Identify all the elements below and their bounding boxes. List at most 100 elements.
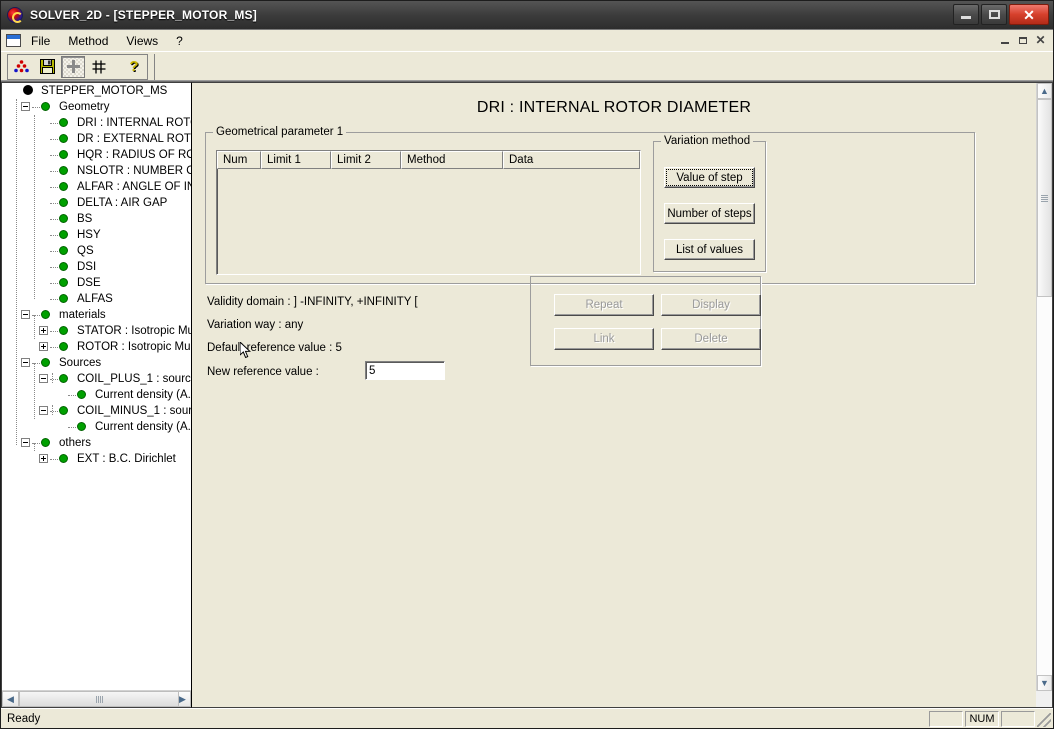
table-column-header[interactable]: Num: [217, 151, 261, 169]
menu-item-method[interactable]: Method: [60, 31, 116, 51]
tree-item[interactable]: QS: [2, 243, 191, 259]
solver2d-app-icon[interactable]: [7, 7, 23, 23]
node-bullet-icon: [59, 118, 68, 127]
resize-grip-icon[interactable]: [1037, 713, 1051, 727]
expand-icon[interactable]: [39, 326, 48, 335]
tree-item[interactable]: EXT : B.C. Dirichlet: [2, 451, 191, 467]
new-reference-value-input[interactable]: 5: [365, 361, 445, 380]
tree-item[interactable]: BS: [2, 211, 191, 227]
tree-item[interactable]: Current density (A./m: [2, 387, 191, 403]
minimize-icon[interactable]: [953, 4, 979, 25]
link-button[interactable]: Link: [554, 328, 654, 350]
node-bullet-icon: [59, 150, 68, 159]
status-panels: NUM: [929, 711, 1035, 727]
tree-item[interactable]: Current density (A./m: [2, 419, 191, 435]
collapse-icon[interactable]: [21, 102, 30, 111]
tree-item[interactable]: DELTA : AIR GAP: [2, 195, 191, 211]
mesh-icon[interactable]: [87, 55, 111, 78]
tree-trunk-line: [16, 99, 17, 445]
maximize-icon[interactable]: [981, 4, 1007, 25]
chevron-down-icon[interactable]: ▼: [1037, 675, 1052, 691]
collapse-icon[interactable]: [21, 358, 30, 367]
tree-item[interactable]: DSI: [2, 259, 191, 275]
tree-item[interactable]: others: [2, 435, 191, 451]
form-vscroll-track[interactable]: [1037, 99, 1052, 675]
tree-item[interactable]: HSY: [2, 227, 191, 243]
tree-connector: [50, 283, 58, 284]
tree-item[interactable]: ALFAR : ANGLE OF INITIAL: [2, 179, 191, 195]
tree-hscroll-track[interactable]: [19, 691, 179, 707]
tree-item[interactable]: HQR : RADIUS OF ROTOR: [2, 147, 191, 163]
tree-item[interactable]: ROTOR : Isotropic Mu, sc: [2, 339, 191, 355]
mdi-close-icon[interactable]: ✕: [1032, 32, 1049, 48]
table-column-header[interactable]: Method: [401, 151, 503, 169]
tree-item-label: DSI: [77, 261, 97, 273]
tree-item[interactable]: Sources: [2, 355, 191, 371]
menu-item-help[interactable]: ?: [168, 31, 191, 51]
form-vscroll-thumb[interactable]: [1037, 99, 1052, 297]
points-icon[interactable]: [9, 55, 33, 78]
mdi-restore-icon[interactable]: [1014, 32, 1031, 48]
collapse-icon[interactable]: [39, 374, 48, 383]
collapse-icon[interactable]: [39, 406, 48, 415]
node-bullet-icon: [41, 310, 50, 319]
tree-item[interactable]: DSE: [2, 275, 191, 291]
tree-item[interactable]: materials: [2, 307, 191, 323]
list-of-values-button[interactable]: List of values: [664, 239, 755, 260]
save-icon[interactable]: [35, 55, 59, 78]
expand-icon[interactable]: [39, 454, 48, 463]
tree-item-label: others: [59, 437, 91, 449]
repeat-button[interactable]: Repeat: [554, 294, 654, 316]
tree-item[interactable]: Geometry: [2, 99, 191, 115]
project-tree[interactable]: STEPPER_MOTOR_MS Geometry DRI : INTERNAL R…: [2, 83, 191, 690]
parameter-table[interactable]: Num Limit 1 Limit 2 Method Data: [216, 150, 641, 275]
value-of-step-button[interactable]: Value of step: [664, 167, 755, 188]
tree-hscroll-thumb[interactable]: [19, 691, 179, 707]
chevron-up-icon[interactable]: ▲: [1037, 83, 1052, 99]
node-bullet-icon: [59, 342, 68, 351]
close-icon[interactable]: ✕: [1009, 4, 1049, 25]
tree-connector: [68, 427, 76, 428]
tree-item[interactable]: COIL_PLUS_1 : source: [2, 371, 191, 387]
default-reference-value-label: Default reference value : 5: [207, 342, 342, 354]
table-body[interactable]: [218, 170, 639, 273]
number-of-steps-button[interactable]: Number of steps: [664, 203, 755, 224]
tree-item[interactable]: ALFAS: [2, 291, 191, 307]
menu-item-views[interactable]: Views: [118, 31, 166, 51]
tree-item[interactable]: DRI : INTERNAL ROTOR DIAMETER: [2, 115, 191, 131]
menu-item-file[interactable]: File: [23, 31, 58, 51]
tree-item[interactable]: COIL_MINUS_1 : source: [2, 403, 191, 419]
table-column-header[interactable]: Limit 2: [331, 151, 401, 169]
tree-trunk-line: [34, 115, 35, 299]
form-content: DRI : INTERNAL ROTOR DIAMETER Geometrica…: [192, 83, 1036, 691]
tree-horizontal-scrollbar[interactable]: ◀ ▶: [2, 690, 191, 707]
mdi-document-icon[interactable]: [6, 34, 21, 47]
node-bullet-icon: [59, 246, 68, 255]
help-icon[interactable]: ?: [122, 55, 146, 78]
node-bullet-icon: [41, 102, 50, 111]
tree-trunk-line: [34, 315, 35, 339]
table-column-header[interactable]: Limit 1: [261, 151, 331, 169]
display-button[interactable]: Display: [661, 294, 761, 316]
tree-item[interactable]: NSLOTR : NUMBER OF ROTOR: [2, 163, 191, 179]
form-vertical-scrollbar[interactable]: ▲ ▼: [1036, 83, 1052, 691]
table-column-header[interactable]: Data: [503, 151, 640, 169]
node-bullet-icon: [59, 134, 68, 143]
status-panel-3: [1001, 711, 1035, 727]
tree-item[interactable]: DR : EXTERNAL ROTOR DIAMETER: [2, 131, 191, 147]
collapse-icon[interactable]: [21, 310, 30, 319]
expand-icon[interactable]: [39, 342, 48, 351]
tree-item[interactable]: STEPPER_MOTOR_MS: [2, 83, 191, 99]
collapse-icon[interactable]: [21, 438, 30, 447]
chevron-left-icon[interactable]: ◀: [2, 691, 19, 707]
geometrical-parameter-legend: Geometrical parameter 1: [213, 126, 347, 138]
tree-item[interactable]: STATOR : Isotropic Mu, s: [2, 323, 191, 339]
delete-button[interactable]: Delete: [661, 328, 761, 350]
root-node-icon: [23, 85, 33, 95]
plus-icon[interactable]: [61, 55, 85, 78]
tree-item-label: DR : EXTERNAL ROTOR DIAMETER: [77, 133, 191, 145]
tree-connector: [50, 331, 58, 332]
mdi-minimize-icon[interactable]: [996, 32, 1013, 48]
validity-domain-label: Validity domain : ] -INFINITY, +INFINITY…: [207, 296, 418, 308]
tree-connector: [50, 187, 58, 188]
